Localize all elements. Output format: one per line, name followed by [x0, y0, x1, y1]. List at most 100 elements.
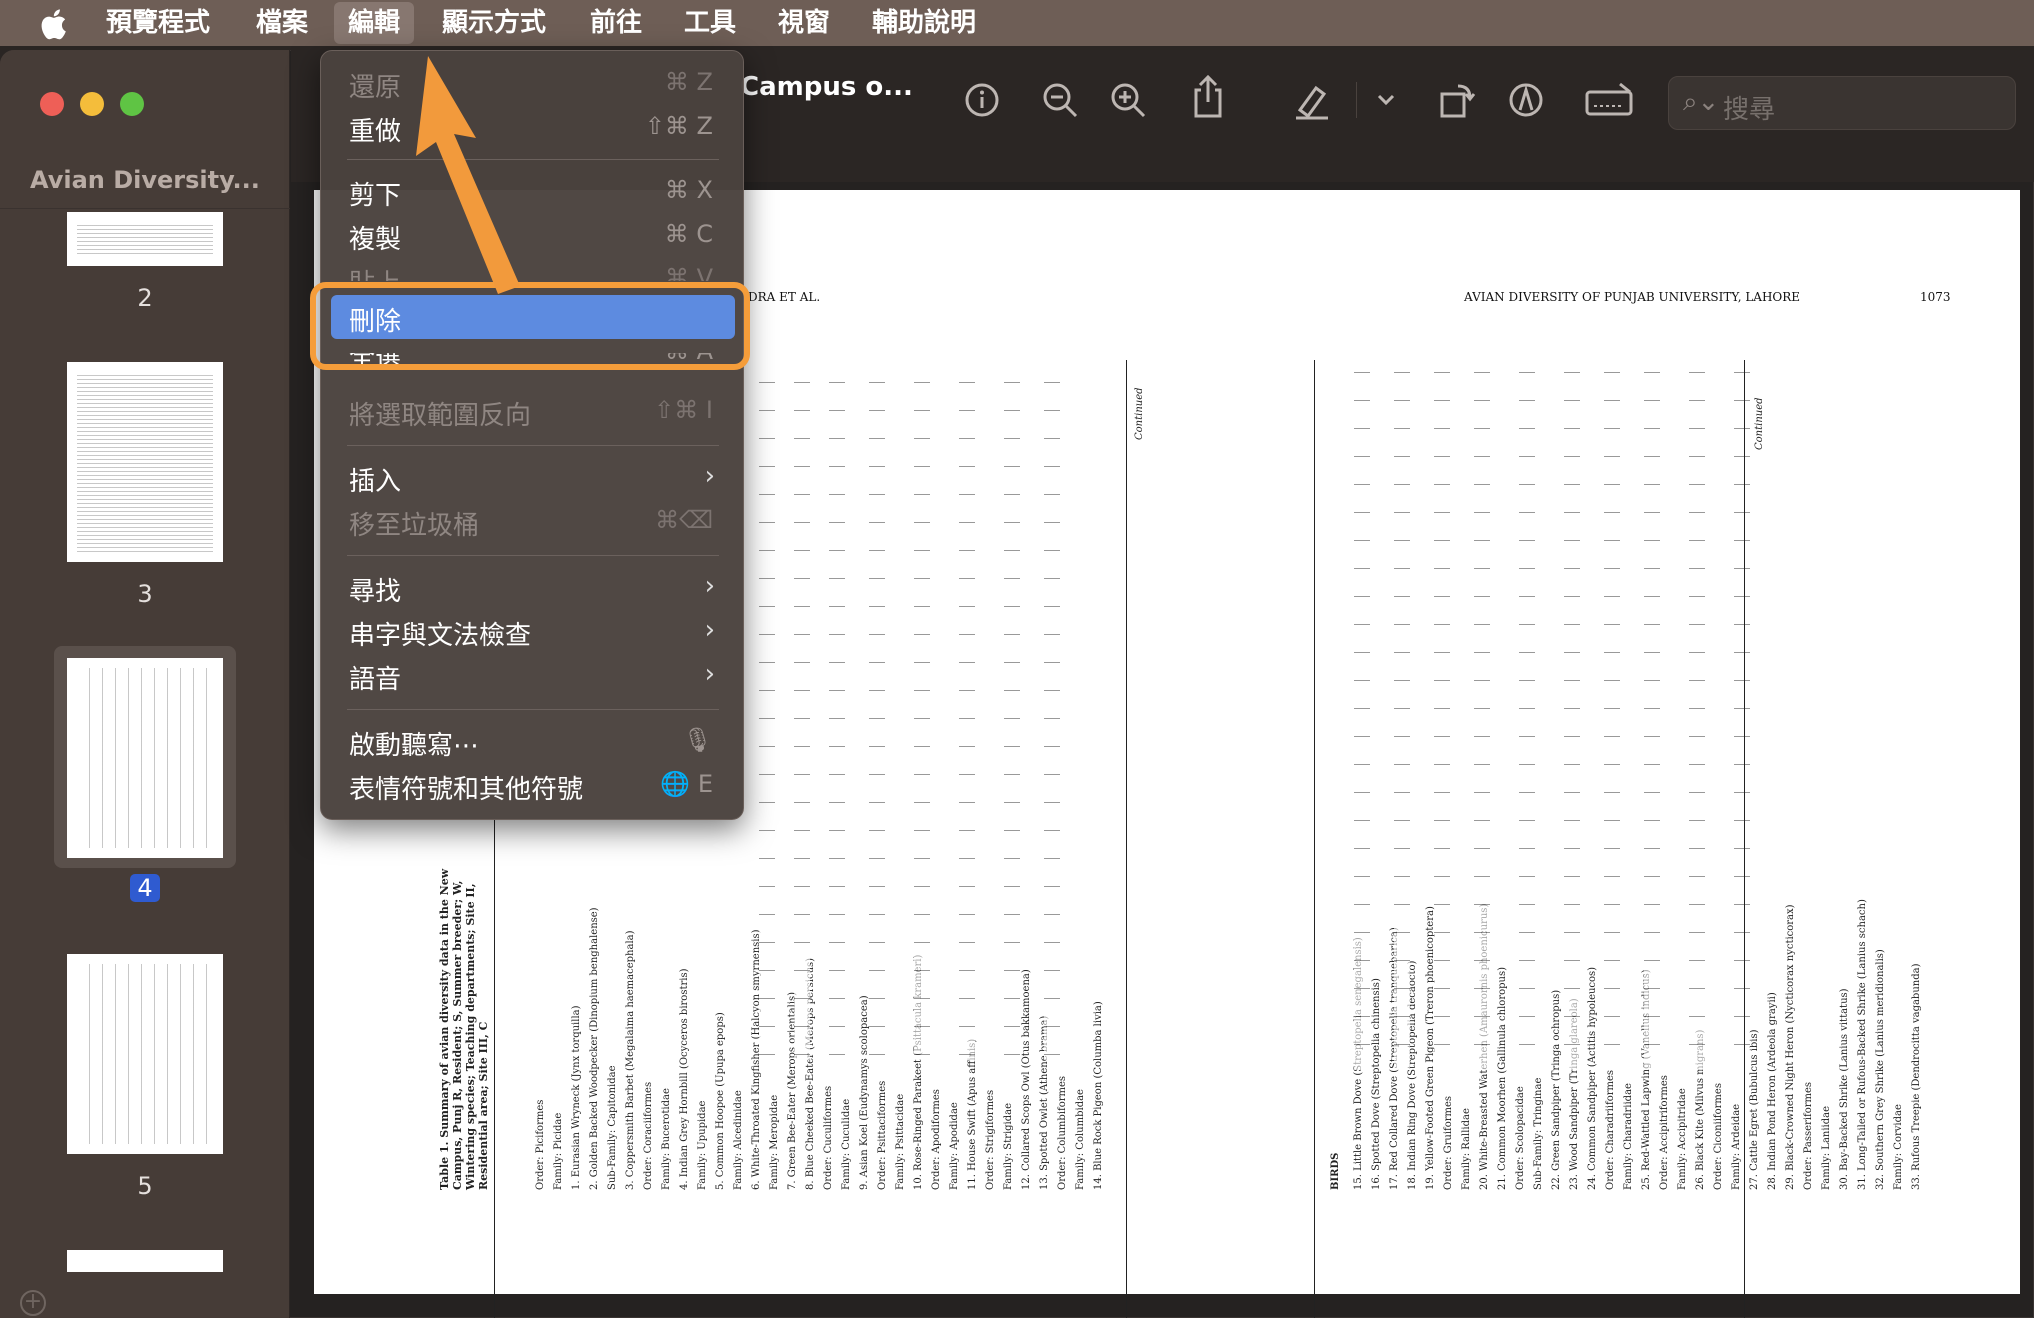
menu-window[interactable]: 視窗	[764, 0, 844, 46]
left-data-column	[759, 360, 775, 1060]
page-thumbnail-3[interactable]	[67, 362, 223, 562]
bird-row: Family: Corvidae	[1893, 1104, 1904, 1190]
bird-row: Family: Alcedinidae	[733, 1090, 744, 1190]
chevron-right-icon: ›	[704, 615, 715, 645]
right-data-column	[1564, 350, 1580, 1070]
annotation-arrow-icon	[416, 56, 520, 294]
search-placeholder: 搜尋	[1723, 95, 1776, 125]
continued-label: Continued	[1754, 397, 1765, 450]
zoom-button[interactable]	[120, 92, 144, 116]
bird-row: Order: Coraciiformes	[643, 1081, 654, 1190]
right-data-column	[1734, 350, 1750, 1070]
globe-icon: 🌐 E	[660, 770, 713, 798]
left-data-column	[794, 360, 810, 1060]
minimize-button[interactable]	[80, 92, 104, 116]
page-number-label: 1073	[1920, 290, 1951, 304]
search-field[interactable]: ⌕⌄ 搜尋	[1668, 76, 2016, 130]
menu-item-emoji[interactable]: 表情符號和其他符號 🌐 E	[331, 763, 735, 807]
left-data-column	[829, 360, 845, 1060]
bird-row: 2. Golden Backed Woodpecker (Dinopium be…	[589, 907, 600, 1190]
document-title: Campus o...	[740, 72, 913, 102]
menu-edit[interactable]: 編輯	[334, 2, 415, 44]
right-birds-header: BIRDS	[1330, 1152, 1341, 1190]
menu-tools[interactable]: 工具	[670, 0, 750, 46]
bird-row: Order: Piciformes	[535, 1099, 546, 1190]
bird-row: 4. Indian Grey Hornbill (Ocyceros birost…	[679, 968, 690, 1190]
table-rule	[494, 820, 495, 1318]
page-number-3: 3	[137, 580, 153, 608]
page-thumbnail-4[interactable]	[67, 658, 223, 858]
bird-row: Family: Psittacidae	[895, 1093, 906, 1190]
right-data-column	[1394, 350, 1410, 1070]
zoom-in-icon[interactable]	[1108, 80, 1148, 120]
menu-bar: 預覽程式 檔案 編輯 顯示方式 前往 工具 視窗 輔助說明	[0, 0, 2034, 46]
toolbar-divider	[1356, 82, 1357, 118]
right-data-column	[1689, 350, 1705, 1070]
bird-row: Family: Columbidae	[1075, 1089, 1086, 1190]
table-rule	[1314, 360, 1315, 1318]
menu-file[interactable]: 檔案	[242, 0, 322, 46]
menu-item-spelling[interactable]: 串字與文法檢查 ›	[331, 609, 735, 653]
right-data-column	[1519, 350, 1535, 1070]
info-icon[interactable]	[962, 80, 1002, 120]
markup-icon[interactable]	[1506, 80, 1546, 120]
bird-row: Family: Bucerotidae	[661, 1088, 672, 1190]
sidebar-title: Avian Diversity...	[30, 166, 260, 194]
menu-item-find[interactable]: 尋找 ›	[331, 565, 735, 609]
bird-row: 16. Spotted Dove (Streptopelia chinensis…	[1371, 978, 1382, 1190]
bird-row: Family: Charadriidae	[1623, 1083, 1634, 1190]
left-data-column	[869, 360, 885, 1060]
page-thumbnail-2[interactable]	[67, 212, 223, 266]
right-data-column	[1474, 350, 1490, 1070]
bird-row: 31. Long-Tailed or Rufous-Backed Shrike …	[1857, 899, 1868, 1190]
menu-help[interactable]: 輔助說明	[858, 0, 990, 46]
menu-item-invert-selection[interactable]: 將選取範圍反向 ⇧⌘ I	[331, 389, 735, 433]
bird-row: Family: Upupidae	[697, 1100, 708, 1190]
bird-row: 33. Rufous Treepie (Dendrocitta vagabund…	[1911, 963, 1922, 1190]
page-thumbnail-5[interactable]	[67, 954, 223, 1154]
bird-row: Order: Ciconiiformes	[1713, 1083, 1724, 1190]
bird-row: Family: Laniidae	[1821, 1105, 1832, 1190]
sign-icon[interactable]	[1584, 80, 1634, 120]
menu-view[interactable]: 顯示方式	[428, 0, 560, 46]
bird-row: 21. Common Moorhen (Gallinula chloropus)	[1497, 967, 1508, 1190]
right-data-column	[1434, 350, 1450, 1070]
highlight-icon[interactable]	[1292, 80, 1332, 120]
bird-row: Sub-Family: Capitonidae	[607, 1065, 618, 1190]
sidebar-divider	[0, 208, 290, 209]
menu-separator	[347, 709, 719, 710]
close-button[interactable]	[40, 92, 64, 116]
page-thumbnail-6[interactable]	[67, 1250, 223, 1272]
bird-row: 12. Collared Scops Owl (Otus bakkamoena)	[1021, 969, 1032, 1190]
menu-separator	[347, 555, 719, 556]
add-page-button[interactable]: +	[20, 1290, 46, 1316]
menu-item-dictation[interactable]: 啟動聽寫⋯ 🎙	[331, 719, 735, 763]
apple-icon[interactable]	[38, 8, 68, 40]
bird-row: 28. Indian Pond Heron (Ardeola grayii)	[1767, 992, 1778, 1190]
chevron-right-icon: ›	[704, 571, 715, 601]
bird-row: Family: Picidae	[553, 1112, 564, 1190]
bird-row: 32. Southern Grey Shrike (Lanius meridio…	[1875, 949, 1886, 1190]
bird-row: 29. Black-Crowned Night Heron (Nycticora…	[1785, 904, 1796, 1190]
bird-row: Order: Passeriformes	[1803, 1081, 1814, 1190]
page-number-4: 4	[67, 874, 223, 902]
menu-item-speech[interactable]: 語音 ›	[331, 653, 735, 697]
bird-row: 1. Eurasian Wryneck (Jynx torquilla)	[571, 1005, 582, 1190]
share-icon[interactable]	[1188, 74, 1228, 120]
bird-row: 5. Common Hoopoe (Upupa epops)	[715, 1012, 726, 1190]
page-number-2: 2	[137, 284, 153, 312]
bird-row: Order: Apodiformes	[931, 1089, 942, 1190]
page-number-5: 5	[137, 1172, 153, 1200]
bird-row: Order: Strigiformes	[985, 1089, 996, 1190]
zoom-out-icon[interactable]	[1040, 80, 1080, 120]
left-page-header: DRA ET AL.	[748, 290, 821, 304]
left-data-column	[1004, 360, 1020, 1060]
table-caption: Table 1. Summary of avian diversity data…	[438, 868, 490, 1190]
right-data-column	[1604, 350, 1620, 1070]
menu-preview[interactable]: 預覽程式	[92, 0, 224, 46]
menu-item-move-to-trash[interactable]: 移至垃圾桶 ⌘⌫	[331, 499, 735, 543]
chevron-down-icon[interactable]	[1374, 80, 1398, 120]
menu-go[interactable]: 前往	[576, 0, 656, 46]
menu-item-insert[interactable]: 插入 ›	[331, 455, 735, 499]
rotate-icon[interactable]	[1436, 80, 1476, 120]
